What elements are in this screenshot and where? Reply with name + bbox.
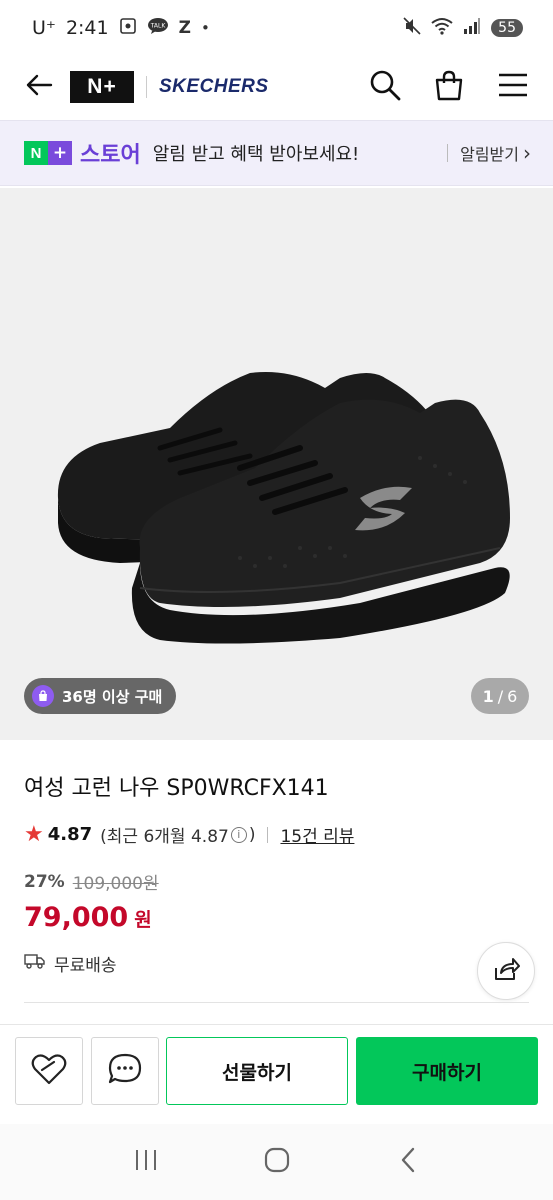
back-button[interactable] <box>22 70 56 104</box>
shipping-label: 무료배송 <box>54 956 117 976</box>
mute-icon <box>403 16 421 40</box>
share-button[interactable] <box>477 942 535 1000</box>
delivery-truck-icon <box>24 953 46 974</box>
nplus-logo[interactable]: N+ <box>70 71 134 103</box>
kakaotalk-icon: TALK <box>147 17 169 39</box>
notification-subscribe-label: 알림받기 <box>460 145 519 164</box>
talktalk-button[interactable] <box>91 1037 159 1105</box>
recent-rating-suffix: ) <box>248 824 256 845</box>
z-notification-icon: Z <box>178 18 191 38</box>
chat-bubble-icon <box>107 1052 143 1090</box>
menu-icon <box>498 72 528 102</box>
brand-logo[interactable]: SKECHERS <box>159 76 269 98</box>
gift-button[interactable]: 선물하기 <box>166 1037 348 1105</box>
star-icon: ★ <box>24 822 44 847</box>
store-badge-plus: + <box>48 141 72 165</box>
info-icon[interactable]: i <box>230 826 247 843</box>
rating-divider <box>267 826 269 843</box>
recent-rating-prefix: (최근 6개월 4.87 <box>100 827 229 847</box>
buy-button[interactable]: 구매하기 <box>356 1037 538 1105</box>
home-button[interactable] <box>257 1142 297 1182</box>
clock: 2:41 <box>65 17 109 39</box>
signal-icon <box>463 17 481 40</box>
recent-apps-button[interactable] <box>126 1142 166 1182</box>
home-icon <box>263 1146 291 1178</box>
discount-rate: 27% <box>24 871 65 892</box>
discount-row: 27% 109,000원 <box>24 869 529 895</box>
notification-dot-icon: • <box>200 19 210 37</box>
product-title: 여성 고런 나우 SP0WRCFX141 <box>24 776 329 801</box>
cta-divider <box>447 144 449 162</box>
status-bar: U⁺ 2:41 TALK Z • 55 <box>0 0 553 56</box>
original-price: 109,000원 <box>72 874 159 894</box>
menu-button[interactable] <box>495 69 531 105</box>
search-button[interactable] <box>367 69 403 105</box>
logo-divider <box>146 76 147 98</box>
system-nav-bar <box>0 1124 553 1200</box>
header-actions <box>367 69 531 105</box>
wishlist-button[interactable] <box>15 1037 83 1105</box>
store-badge-n: N <box>24 141 48 165</box>
chevron-right-icon: › <box>523 141 531 165</box>
notification-subscribe-button[interactable]: 알림받기 › <box>447 141 531 165</box>
purchase-bag-icon <box>32 685 54 707</box>
store-badge: N + <box>24 141 72 165</box>
back-nav-button[interactable] <box>388 1142 428 1182</box>
product-shoe-image <box>57 372 510 644</box>
page-total: 6 <box>507 686 518 706</box>
product-info: 여성 고런 나우 SP0WRCFX141 ★ 4.87 (최근 6개월 4.87… <box>24 740 535 1003</box>
status-right: 55 <box>403 16 523 40</box>
status-left: U⁺ 2:41 TALK Z • <box>32 17 210 39</box>
store-message: 알림 받고 혜택 받아보세요! <box>152 144 360 165</box>
buyer-count-badge: 36명 이상 구매 <box>24 678 177 714</box>
battery-indicator: 55 <box>491 19 523 37</box>
shipping-row: 무료배송 <box>24 951 529 976</box>
bottom-action-bar: 선물하기 구매하기 <box>0 1024 553 1124</box>
recent-apps-icon <box>133 1148 159 1176</box>
chevron-left-icon <box>398 1146 418 1178</box>
cart-button[interactable] <box>431 69 467 105</box>
page-separator: / <box>497 686 504 706</box>
buyer-count-label: 36명 이상 구매 <box>62 687 163 706</box>
search-icon <box>369 69 401 105</box>
screenshot-icon <box>119 17 137 39</box>
share-icon <box>492 956 520 986</box>
carrier-label: U⁺ <box>32 17 56 39</box>
price-unit: 원 <box>134 909 152 931</box>
price-row: 79,000 원 <box>24 902 529 933</box>
wifi-icon <box>431 17 453 40</box>
rating-row: ★ 4.87 (최근 6개월 4.87 i ) 15건 리뷰 <box>24 822 529 847</box>
info-divider <box>24 1002 529 1003</box>
app-header: N+ SKECHERS <box>0 56 553 118</box>
back-arrow-icon <box>25 73 53 101</box>
page-current: 1 <box>482 686 494 706</box>
heart-icon <box>31 1053 67 1089</box>
store-notification-banner[interactable]: N + 스토어 알림 받고 혜택 받아보세요! 알림받기 › <box>0 120 553 186</box>
image-page-indicator: 1 / 6 <box>471 678 529 714</box>
kakaotalk-label: TALK <box>149 23 166 30</box>
product-image-carousel[interactable]: 36명 이상 구매 1 / 6 <box>0 188 553 740</box>
shopping-bag-icon <box>433 69 465 105</box>
sale-price: 79,000 <box>24 902 129 933</box>
rating-score: 4.87 <box>47 824 93 845</box>
store-name: 스토어 <box>80 143 141 168</box>
review-count-link[interactable]: 15건 리뷰 <box>280 822 354 847</box>
